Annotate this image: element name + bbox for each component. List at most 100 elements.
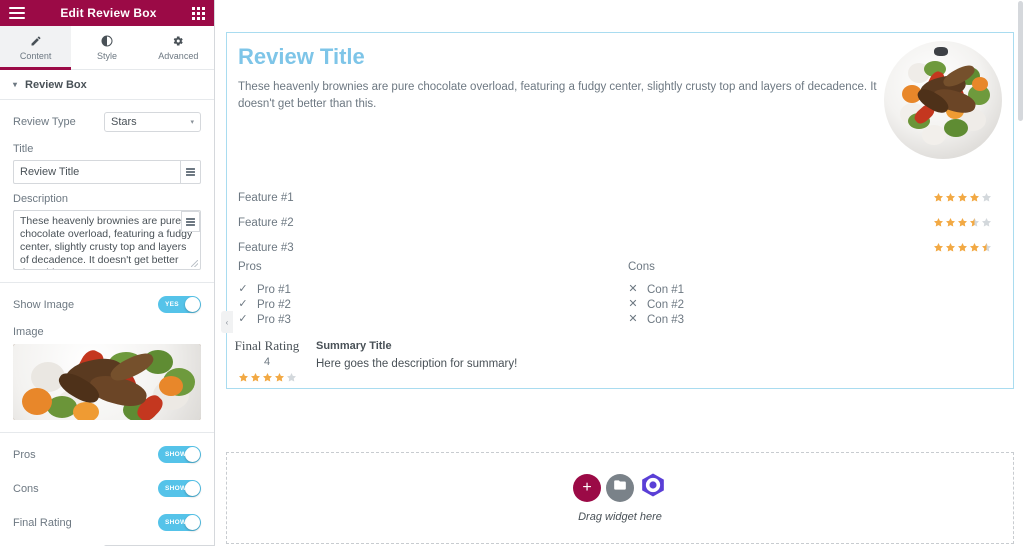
cons-column: Cons ✕ Con #1 ✕ Con #2 ✕ Con #3 — [628, 261, 1018, 327]
template-library-button[interactable] — [606, 473, 634, 502]
tab-content[interactable]: Content — [0, 26, 72, 70]
summary-block: Summary Title Here goes the description … — [316, 338, 517, 373]
control-final-rating: Final Rating SHOW — [0, 510, 214, 535]
summary-title: Summary Title — [316, 340, 392, 352]
pros-toggle-state: SHOW — [165, 451, 187, 458]
description-input-row: These heavenly brownies are pure chocola… — [13, 210, 201, 270]
final-rating-toggle-state: SHOW — [165, 519, 187, 526]
elementor-ai-button[interactable] — [639, 472, 667, 503]
description-textarea[interactable]: These heavenly brownies are pure chocola… — [13, 210, 201, 270]
pro-label: Pro #1 — [257, 283, 291, 296]
title-input-row — [13, 160, 201, 184]
list-item: ✓ Pro #1 — [238, 282, 628, 297]
list-item: ✕ Con #3 — [628, 312, 1018, 327]
toggle-knob — [185, 515, 200, 530]
panel-tabs: Content Style Advanced — [0, 26, 214, 70]
tab-content-label: Content — [19, 50, 52, 61]
feature-stars[interactable] — [933, 242, 992, 253]
editor-root: Edit Review Box Content Style Advanced ▾… — [0, 0, 1024, 546]
pros-column: Pros ✓ Pro #1 ✓ Pro #2 ✓ Pro #3 — [238, 261, 628, 327]
canvas-scrollbar[interactable] — [1018, 1, 1023, 121]
contrast-icon — [101, 35, 113, 48]
tab-advanced[interactable]: Advanced — [142, 26, 214, 69]
feature-name: Feature #2 — [238, 216, 294, 229]
summary-description: Here goes the description for summary! — [316, 358, 518, 370]
tab-style-label: Style — [96, 50, 117, 61]
title-input[interactable] — [13, 160, 181, 184]
dropzone-label: Drag widget here — [578, 510, 662, 523]
hamburger-icon[interactable] — [9, 7, 25, 19]
image-thumbnail[interactable] — [13, 344, 201, 420]
drag-widget-dropzone[interactable]: + Drag widget here — [226, 452, 1014, 544]
review-description: These heavenly brownies are pure chocola… — [238, 81, 877, 110]
dynamic-tag-icon[interactable] — [181, 160, 201, 184]
cons-toggle[interactable]: SHOW — [158, 480, 201, 497]
pros-toggle[interactable]: SHOW — [158, 446, 201, 463]
pros-cons-section: Pros ✓ Pro #1 ✓ Pro #2 ✓ Pro #3 Cons ✕ C… — [238, 261, 1018, 327]
plus-icon: + — [582, 478, 592, 496]
title-label: Title — [13, 143, 34, 155]
final-rating-title: Final Rating — [234, 338, 300, 353]
toggle-knob — [185, 447, 200, 462]
section-review-box[interactable]: ▾ Review Box — [0, 70, 214, 100]
resize-handle[interactable] — [191, 260, 198, 267]
check-icon: ✓ — [238, 298, 248, 310]
feature-stars[interactable] — [933, 217, 992, 228]
feature-name: Feature #1 — [238, 191, 294, 204]
show-image-toggle-state: YES — [165, 301, 179, 308]
final-rating-label: Final Rating — [13, 516, 72, 529]
cons-label: Cons — [13, 482, 39, 495]
control-pros: Pros SHOW — [0, 442, 214, 467]
feature-row: Feature #3 — [238, 235, 1024, 260]
pros-label: Pros — [13, 448, 36, 461]
elementor-logo-icon — [640, 472, 666, 503]
divider — [0, 282, 214, 283]
feature-rating-list: Feature #1 Feature #2 Feature #3 — [238, 185, 1024, 260]
show-image-label: Show Image — [13, 298, 75, 311]
con-label: Con #2 — [647, 298, 685, 311]
pro-label: Pro #2 — [257, 298, 291, 311]
grid-icon[interactable] — [192, 6, 205, 20]
pros-title: Pros — [238, 261, 262, 273]
cross-icon: ✕ — [628, 283, 638, 295]
cross-icon: ✕ — [628, 298, 638, 310]
chevron-down-icon: ▾ — [13, 80, 18, 89]
description-label: Description — [13, 193, 69, 205]
review-box-widget[interactable]: ‹ Review Title These heavenly brownies a… — [221, 32, 1014, 389]
show-image-toggle[interactable]: YES — [158, 296, 201, 313]
divider — [0, 432, 214, 433]
tab-advanced-label: Advanced — [158, 50, 199, 61]
panel-title: Edit Review Box — [60, 6, 157, 20]
toggle-knob — [185, 297, 200, 312]
con-label: Con #1 — [647, 283, 685, 296]
add-widget-button[interactable]: + — [573, 473, 601, 502]
list-item: ✕ Con #1 — [628, 282, 1018, 297]
widget-drag-handle[interactable]: ‹ — [221, 311, 233, 333]
panel-body: ▾ Review Box Review Type Stars ▾ Title R… — [0, 70, 214, 546]
tab-style[interactable]: Style — [71, 26, 143, 69]
review-image — [884, 41, 1002, 159]
final-rating-score: 4 — [263, 356, 271, 368]
chevron-down-icon: ▾ — [190, 118, 194, 126]
pencil-icon — [30, 35, 42, 48]
section-review-box-label: Review Box — [25, 78, 87, 91]
dynamic-tag-icon[interactable] — [181, 211, 200, 232]
list-item: ✓ Pro #2 — [238, 297, 628, 312]
feature-name: Feature #3 — [238, 241, 294, 254]
final-rating-block: Final Rating 4 — [232, 338, 302, 383]
final-rating-toggle[interactable]: SHOW — [158, 514, 201, 531]
control-cons: Cons SHOW — [0, 476, 214, 501]
pro-label: Pro #3 — [257, 313, 291, 326]
panel-header: Edit Review Box — [0, 0, 214, 26]
review-type-select[interactable]: Stars ▾ — [104, 111, 201, 132]
final-rating-stars[interactable] — [232, 372, 302, 383]
toggle-knob — [185, 481, 200, 496]
dropzone-buttons: + — [573, 472, 667, 503]
control-description: Description These heavenly brownies are … — [0, 193, 214, 270]
feature-stars[interactable] — [933, 192, 992, 203]
check-icon: ✓ — [238, 283, 248, 295]
check-icon: ✓ — [238, 313, 248, 325]
control-image: Image — [0, 326, 214, 338]
control-title: Title — [0, 143, 214, 184]
cross-icon: ✕ — [628, 313, 638, 325]
